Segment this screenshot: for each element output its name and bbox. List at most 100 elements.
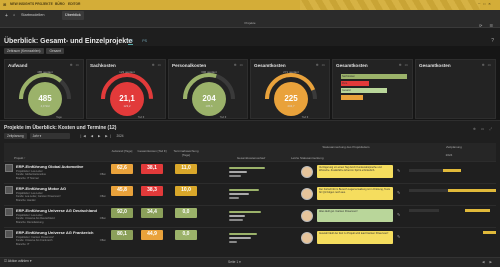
window-controls[interactable]: ─ □ ✕ (478, 2, 492, 6)
gauge-caption: Tsd € (302, 115, 309, 119)
gauge-value: 204 (202, 94, 216, 103)
section-tools[interactable]: ⊕ ▭ ⤢ (473, 127, 494, 131)
gantt-bar[interactable] (443, 169, 461, 172)
gauge-sub: 4,0 Std (41, 104, 50, 108)
status-tag: Offen (99, 173, 106, 176)
pagination[interactable]: Seite 1 ▾ (228, 260, 241, 264)
header-verlauf: Gesamtkostenverlauf (236, 156, 266, 160)
action-select[interactable]: ☑ Aktion wählen ▾ (4, 259, 32, 263)
header-aufwand[interactable]: Aufwand [Tage] (107, 149, 137, 153)
kpi-termin: 0,0 (175, 208, 197, 218)
mini-chart (229, 230, 279, 247)
project-name[interactable]: ERP-Einführung Universe AG Deutschland (16, 208, 97, 213)
grid-icon[interactable]: ⊞ (3, 2, 6, 7)
kpi-gesamt: 34,4 (141, 208, 163, 218)
kpi-aufwand: 45,8 (111, 186, 133, 196)
gantt-chart (405, 143, 496, 258)
gauge-top-label: 485 geplant (37, 70, 53, 74)
avatar (301, 210, 313, 222)
help-icon[interactable]: ? (491, 38, 494, 44)
project-meta: Projektleiter: Carsten Powervoor! Kunde: … (16, 236, 106, 246)
kpi-aufwand: 62,6 (111, 164, 133, 174)
view-tabs: GS PS (128, 39, 155, 45)
edit-icon[interactable]: ✎ (397, 212, 400, 217)
filter-gesamt[interactable]: Gesamt (46, 48, 65, 54)
panel-tools[interactable]: ⊕ ▭ (316, 63, 326, 67)
panel-tools[interactable]: ⊕ ▭ (482, 63, 492, 67)
footer-bar: ☑ Aktion wählen ▾ Seite 1 ▾ ◀ ▶ (0, 257, 500, 267)
header-project[interactable]: Projekt ↑ (14, 156, 26, 160)
kpi-termin: 10,0 (175, 186, 197, 196)
status-bubble: Auswahl läuft der Zeit zu Projekt wird l… (317, 231, 393, 244)
panel-title: Sachkosten (90, 63, 116, 68)
filter-zeitraum[interactable]: Zeitraum (Kennzahlen) (4, 48, 44, 54)
gauge-gesamtkosten: 271 geplant 225 234,7 Tsd € (265, 70, 317, 119)
panel-sachkosten: Sachkosten ⊕ ▭ 123 geplant 21,1 123,2 Ts… (86, 59, 166, 119)
gauge-caption: Tsd € (138, 115, 145, 119)
gantt-bar[interactable] (465, 209, 490, 212)
gantt-bar[interactable] (448, 189, 496, 192)
edit-icon[interactable]: ✎ (397, 234, 400, 239)
panel-title: Aufwand (8, 63, 28, 68)
status-tag: Offen (99, 217, 106, 220)
gauge-personalkosten: 306 geplant 204 105,6 Tsd € (183, 70, 235, 119)
panel-tools[interactable]: ⊕ ▭ (70, 63, 80, 67)
avatar (301, 166, 313, 178)
top-bar: ⊞ NEW INSIGHTS PROJEKTE BÜRO EDITOR ─ □ … (0, 0, 500, 10)
status-bubble: Verzögerung um einen Tag durch Kundenabs… (317, 165, 393, 178)
project-name[interactable]: ERP-Einführung Global Automotive (16, 164, 83, 169)
panel-gesamtkosten-bars: Gesamtkosten ⊕ ▭ Sachkosten Pers. Gesamt (332, 59, 413, 119)
gauge-sub: 105,6 (206, 104, 213, 108)
kpi-aufwand: 80,1 (111, 230, 133, 240)
nav-projekte[interactable]: PROJEKTE (35, 2, 53, 6)
panel-title: Gesamtkosten (254, 63, 286, 68)
mini-chart (229, 186, 279, 203)
panel-tools[interactable]: ⊕ ▭ (234, 63, 244, 67)
edit-icon[interactable]: ✎ (397, 190, 400, 195)
pager-arrows[interactable]: ◀ ▶ (482, 260, 494, 264)
panel-tools[interactable]: ⊕ ▭ (399, 63, 409, 67)
gauge-value: 485 (38, 94, 52, 103)
edit-icon[interactable]: ✎ (397, 168, 400, 173)
header-termin[interactable]: Terminabweichung [Tage] (169, 149, 203, 157)
status-tag: Offen (99, 239, 106, 242)
gauge-top-label: 123 geplant (119, 70, 135, 74)
nav-arrows[interactable]: |◀ ◀ ▶ ▶| (80, 134, 112, 138)
bar-personal: Pers. (341, 81, 369, 86)
nav-new-insights[interactable]: NEW INSIGHTS (10, 2, 34, 6)
kpi-gesamt: 44,9 (141, 230, 163, 240)
tab-gs[interactable]: GS (128, 39, 134, 45)
gantt-block (409, 169, 444, 172)
project-name[interactable]: ERP-Einführung Motor AG (16, 186, 66, 191)
header-status: Statusanmerkung des Projektleiters (322, 145, 370, 149)
status-tag: Offen (99, 195, 106, 198)
gauge-value: 21,1 (119, 94, 135, 103)
bar-extra (341, 95, 363, 100)
panel-tools[interactable]: ⊕ ▭ (152, 63, 162, 67)
project-name[interactable]: ERP-Einführung Universe AG Frankreich (16, 230, 93, 235)
zeitplanung-select[interactable]: Jahr ▾ (29, 133, 70, 139)
kpi-aufwand: 92,0 (111, 208, 133, 218)
panel-title: Personalkosten (172, 63, 207, 68)
section-title: Projekte im Überblick: Kosten und Termin… (4, 125, 117, 131)
nav-buero[interactable]: BÜRO (55, 2, 65, 6)
tab-ps[interactable]: PS (142, 39, 147, 43)
status-note: Verzögerung um einen Tag durch Kundenabs… (301, 164, 395, 181)
gantt-bar[interactable] (483, 231, 496, 234)
gantt-block (409, 209, 439, 212)
project-meta: Projektleiter: Lea Leiter Kunde: Lea Leit… (16, 192, 106, 202)
nav-editor[interactable]: EDITOR (68, 2, 80, 6)
year-display: 2024 (116, 134, 124, 138)
gauge-sachkosten: 123 geplant 21,1 123,2 Tsd € (101, 70, 153, 119)
kpi-gesamt: 38,3 (141, 186, 163, 196)
status-bubble: Alles läuft gut. Carsten Powervoor! (317, 209, 393, 222)
status-note: Alles läuft gut. Carsten Powervoor! (301, 208, 395, 225)
tab-startmodellen[interactable]: Startmodellen (18, 11, 47, 20)
tab-ueberblick[interactable]: Überblick (62, 11, 84, 20)
header-gesamt[interactable]: Gesamtkosten [Tsd €] (137, 149, 167, 153)
status-note: Auswahl läuft der Zeit zu Projekt wird l… (301, 230, 395, 247)
decor-pattern (300, 0, 480, 10)
panel-personalkosten: Personalkosten ⊕ ▭ 306 geplant 204 105,6… (168, 59, 248, 119)
panel-gesamtkosten: Gesamtkosten ⊕ ▭ 271 geplant 225 234,7 T… (250, 59, 330, 119)
gantt-block (409, 189, 449, 192)
